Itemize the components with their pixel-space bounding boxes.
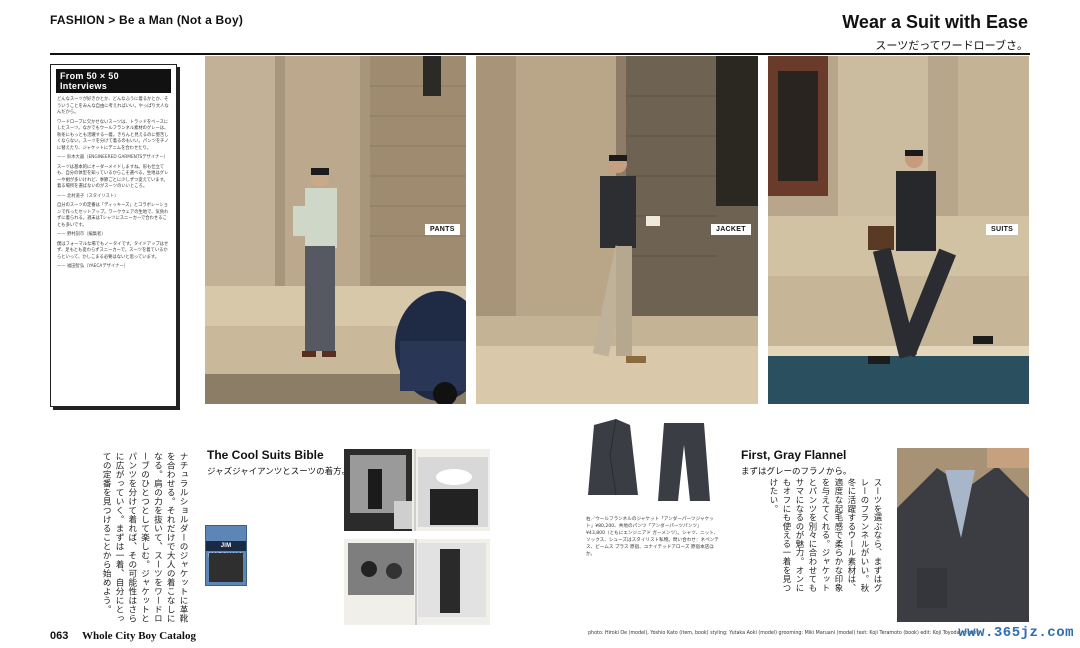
suits-tag: SUITS bbox=[986, 224, 1019, 235]
book-title: JIM MARSHALL bbox=[206, 541, 246, 559]
sidebar-credit: —— 福田智弘（YAECAデザイナー） bbox=[57, 264, 129, 269]
photo-jacket: JACKET bbox=[476, 56, 758, 404]
book-cover-photo bbox=[209, 553, 243, 582]
photo-credits: photo: Hiroki Oe (model), Yoshio Kato (i… bbox=[588, 631, 980, 636]
page-number: 063 bbox=[50, 630, 69, 642]
sidebar-paragraph: 僕はフォーマルな場でもノータイです。タイドアップはせず、足もとも変わらずスニーカ… bbox=[57, 241, 169, 260]
cool-suits-title: The Cool Suits Bible bbox=[207, 448, 324, 462]
book-spread-bottom bbox=[344, 539, 490, 625]
sidebar-paragraph: どんなスーツが好きかとか、どんなふうに着るかとか、そういうことをみんな自由に考え… bbox=[57, 97, 169, 115]
sidebar-text: どんなスーツが好きかとか、どんなふうに着るかとか、そういうことをみんな自由に考え… bbox=[57, 97, 170, 271]
page-title: Wear a Suit with Ease bbox=[842, 12, 1028, 32]
sidebar-paragraph: スーツは基本的にオーダーメイドしますね。形も仕立ても、自分の体型を知っているから… bbox=[57, 164, 169, 190]
sidebar-credit: —— 北村道子（スタイリスト） bbox=[57, 193, 119, 199]
body-text-vertical: ナチュラルショルダーのジャケットに革靴を合わせる。それだけで大人の着こなしになる… bbox=[101, 452, 188, 623]
flannel-body-vertical: スーツを選ぶなら、まずはグレーのフランネルがいい。秋冬に活躍するウール素材は、適… bbox=[769, 478, 883, 593]
page-subtitle: スーツだってワードローブさ。 bbox=[875, 39, 1028, 52]
magazine-name: Whole City Boy Catalog bbox=[82, 630, 196, 642]
book-spread-top bbox=[344, 449, 490, 531]
sidebar-paragraph: 自分のスーツの定番は「ディッキーズ」とコラボレーションで作ったセットアップ。ワー… bbox=[57, 203, 169, 228]
flannel-subtitle: まずはグレーのフラノから。 bbox=[741, 467, 852, 477]
photo-pants: PANTS bbox=[205, 56, 466, 404]
garment-caption: 右／ウールフランネルのジャケット「アンダーパーツジャケット」¥80,200、共地… bbox=[586, 517, 719, 557]
sidebar-credit: —— 鈴木大器（ENGINEERED GARMENTSデザイナー） bbox=[57, 155, 168, 160]
breadcrumb: FASHION > Be a Man (Not a Boy) bbox=[50, 13, 244, 27]
book-cover: JIM MARSHALL bbox=[205, 525, 247, 586]
flannel-jacket-photo bbox=[897, 448, 1029, 622]
jacket-tag: JACKET bbox=[711, 224, 751, 235]
flannel-title: First, Gray Flannel bbox=[741, 448, 847, 462]
photo-suits: SUITS bbox=[768, 56, 1029, 404]
interviews-sidebar: From 50 × 50 Interviews どんなスーツが好きかとか、どんな… bbox=[50, 64, 177, 407]
sidebar-heading: From 50 × 50 Interviews bbox=[56, 69, 171, 93]
cool-suits-subtitle: ジャズジャイアンツとスーツの着方。 bbox=[207, 467, 351, 477]
sidebar-credit: —— 野村訓市（編集者） bbox=[57, 232, 106, 237]
watermark: www.365jz.com bbox=[958, 625, 1074, 641]
pants-tag: PANTS bbox=[425, 224, 460, 235]
header-rule bbox=[50, 53, 1030, 55]
garment-photo bbox=[586, 415, 716, 505]
sidebar-paragraph: ワードローブに欠かせないスーツは、トラッドをベースにしたスーツ。なかでもウールフ… bbox=[57, 119, 169, 151]
